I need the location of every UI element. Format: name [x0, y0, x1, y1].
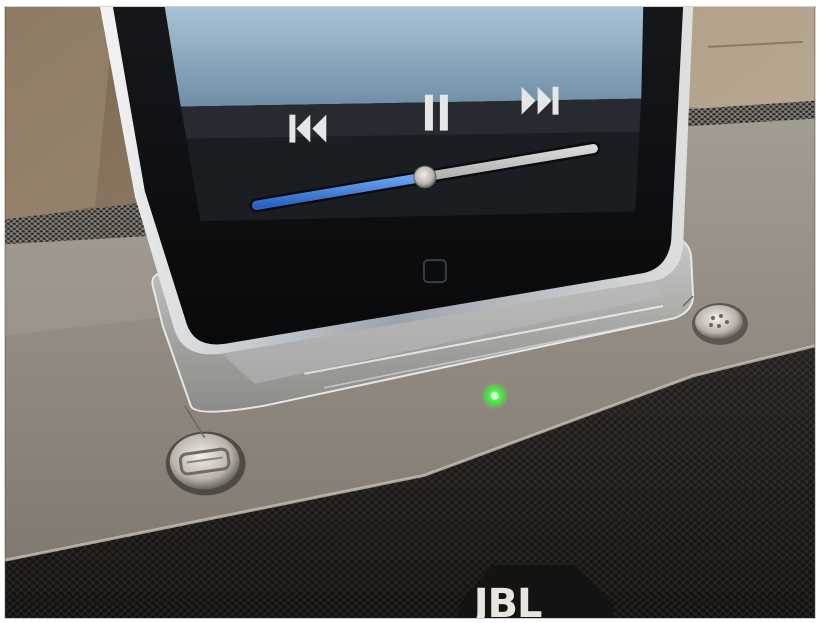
photo-frame: JBL [4, 6, 816, 619]
status-led [480, 381, 509, 410]
volume-knob[interactable] [413, 165, 437, 189]
left-round-button[interactable] [165, 431, 246, 496]
player-screen [164, 7, 644, 107]
jbl-logo-text: JBL [471, 581, 542, 618]
right-round-button[interactable] [692, 303, 748, 345]
speaker-dock-photo: JBL [5, 7, 815, 618]
